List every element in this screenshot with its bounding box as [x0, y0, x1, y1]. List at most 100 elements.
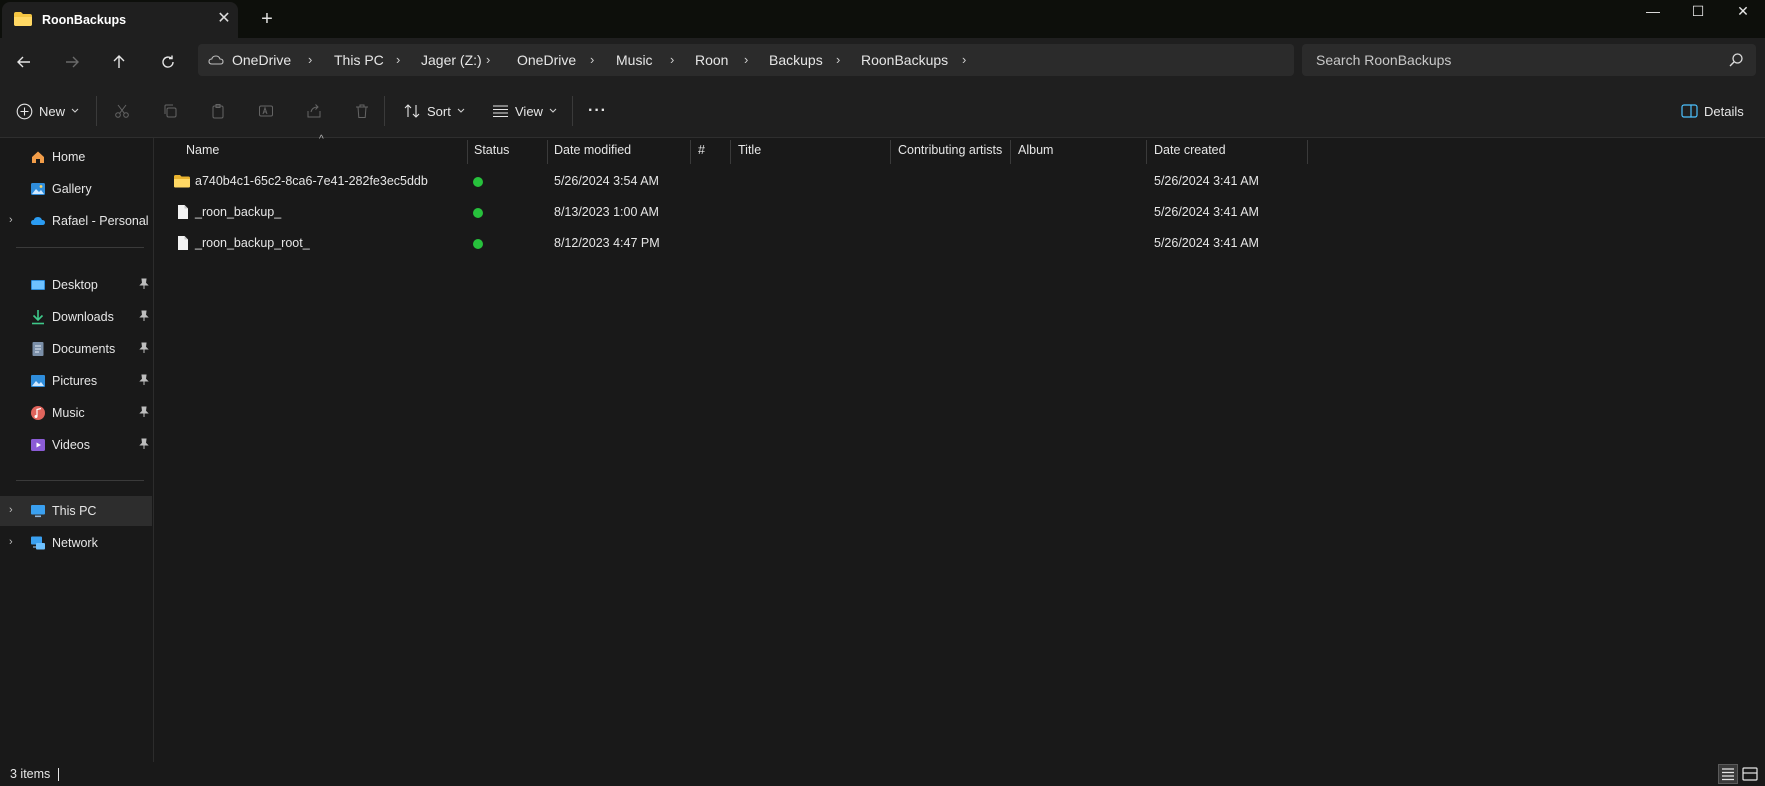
details-pane-button[interactable]: Details: [1681, 97, 1744, 125]
breadcrumb-item-current[interactable]: RoonBackups: [861, 52, 948, 68]
more-options-button[interactable]: ···: [588, 97, 607, 125]
sidebar-item-onedrive-personal[interactable]: › Rafael - Personal: [0, 206, 152, 236]
file-name: _roon_backup_: [195, 205, 282, 219]
file-icon: [178, 205, 188, 219]
sort-label: Sort: [427, 103, 451, 119]
refresh-button[interactable]: [152, 46, 184, 78]
date-modified: 8/12/2023 4:47 PM: [554, 236, 660, 250]
chevron-right-icon[interactable]: ›: [744, 52, 748, 67]
new-tab-button[interactable]: +: [256, 8, 278, 30]
chevron-down-icon: [71, 108, 79, 113]
column-divider[interactable]: [1146, 140, 1147, 164]
tab-roonbackups[interactable]: RoonBackups ✕: [2, 2, 238, 38]
chevron-right-icon[interactable]: ›: [836, 52, 840, 67]
breadcrumb-item[interactable]: OneDrive: [517, 52, 576, 68]
column-divider[interactable]: [730, 140, 731, 164]
breadcrumb-item[interactable]: This PC: [334, 52, 384, 68]
up-button[interactable]: [103, 46, 135, 78]
pin-icon[interactable]: [138, 438, 150, 450]
sidebar-item-home[interactable]: Home: [0, 142, 152, 172]
file-icon: [178, 236, 188, 250]
column-header-title[interactable]: Title: [738, 138, 761, 164]
command-bar: New Sort View ··· Details: [0, 84, 1765, 138]
file-name: _roon_backup_root_: [195, 236, 310, 250]
status-bar: 3 items: [0, 762, 1765, 786]
delete-button[interactable]: [354, 97, 370, 125]
details-view-icon[interactable]: [1718, 764, 1738, 784]
sidebar-item-network[interactable]: › Network: [0, 528, 152, 558]
chevron-right-icon[interactable]: ›: [590, 52, 594, 67]
breadcrumb-item[interactable]: Backups: [769, 52, 823, 68]
table-row[interactable]: a740b4c1-65c2-8ca6-7e41-282fe3ec5ddb 5/2…: [155, 166, 1305, 196]
close-button[interactable]: ✕: [1720, 0, 1765, 22]
chevron-right-icon[interactable]: ›: [486, 52, 490, 67]
breadcrumb-item[interactable]: OneDrive: [232, 52, 291, 68]
chevron-right-icon[interactable]: ›: [670, 52, 674, 67]
sidebar-item-documents[interactable]: Documents: [0, 334, 152, 364]
table-row[interactable]: _roon_backup_root_ 8/12/2023 4:47 PM 5/2…: [155, 228, 1305, 258]
chevron-right-icon[interactable]: ›: [962, 52, 966, 67]
sidebar-item-desktop[interactable]: Desktop: [0, 270, 152, 300]
breadcrumb-item[interactable]: Music: [616, 52, 653, 68]
tab-title: RoonBackups: [42, 13, 127, 27]
back-button[interactable]: [8, 46, 40, 78]
chevron-right-icon[interactable]: ›: [396, 52, 400, 67]
view-button[interactable]: View: [492, 97, 557, 125]
column-divider[interactable]: [890, 140, 891, 164]
folder-icon: [174, 175, 190, 188]
maximize-button[interactable]: ☐: [1675, 0, 1721, 22]
share-button[interactable]: [306, 97, 322, 125]
chevron-right-icon[interactable]: ›: [308, 52, 312, 67]
column-header-date-created[interactable]: Date created: [1154, 138, 1226, 164]
column-divider[interactable]: [1010, 140, 1011, 164]
breadcrumb-item[interactable]: Roon: [695, 52, 728, 68]
pin-icon[interactable]: [138, 406, 150, 418]
column-header-status[interactable]: Status: [474, 138, 509, 164]
sidebar-item-music[interactable]: Music: [0, 398, 152, 428]
pin-icon[interactable]: [138, 278, 150, 290]
search-input[interactable]: Search RoonBackups: [1302, 44, 1756, 76]
chevron-right-icon[interactable]: ›: [9, 536, 13, 548]
search-placeholder: Search RoonBackups: [1316, 52, 1452, 68]
scissors-icon: [115, 104, 129, 118]
sidebar-item-gallery[interactable]: Gallery: [0, 174, 152, 204]
cut-button[interactable]: [114, 97, 130, 125]
home-icon: [32, 151, 44, 163]
chevron-right-icon[interactable]: ›: [9, 214, 13, 226]
sidebar-item-videos[interactable]: Videos: [0, 430, 152, 460]
pin-icon[interactable]: [138, 342, 150, 354]
sidebar-item-downloads[interactable]: Downloads: [0, 302, 152, 332]
tab-close-button[interactable]: ✕: [216, 11, 232, 27]
column-divider[interactable]: [690, 140, 691, 164]
pictures-icon: [31, 375, 45, 387]
column-header-contributing-artists[interactable]: Contributing artists: [898, 138, 1002, 164]
new-button[interactable]: New: [16, 97, 79, 125]
column-header-date-modified[interactable]: Date modified: [554, 138, 631, 164]
rename-button[interactable]: [258, 97, 274, 125]
minimize-button[interactable]: —: [1630, 0, 1676, 22]
toolbar-divider: [96, 96, 97, 126]
network-icon: [31, 536, 45, 550]
column-header-number[interactable]: #: [698, 138, 705, 164]
search-icon: [1729, 53, 1743, 67]
paste-button[interactable]: [210, 97, 226, 125]
column-header-album[interactable]: Album: [1018, 138, 1053, 164]
chevron-right-icon[interactable]: ›: [9, 504, 13, 516]
column-header-name[interactable]: Name: [186, 138, 219, 164]
sidebar-item-pictures[interactable]: Pictures: [0, 366, 152, 396]
table-row[interactable]: _roon_backup_ 8/13/2023 1:00 AM 5/26/202…: [155, 197, 1305, 227]
sort-button[interactable]: Sort: [404, 97, 465, 125]
column-divider[interactable]: [547, 140, 548, 164]
column-divider[interactable]: [1307, 140, 1308, 164]
address-bar[interactable]: OneDrive › This PC › Jager (Z:) › OneDri…: [198, 44, 1294, 76]
breadcrumb-item[interactable]: Jager (Z:): [421, 52, 482, 68]
column-divider[interactable]: [467, 140, 468, 164]
pin-icon[interactable]: [138, 374, 150, 386]
copy-button[interactable]: [162, 97, 178, 125]
pin-icon[interactable]: [138, 310, 150, 322]
large-icons-view-icon[interactable]: [1740, 764, 1760, 784]
forward-button[interactable]: [56, 46, 88, 78]
sidebar-item-this-pc[interactable]: › This PC: [0, 496, 152, 526]
desktop-icon: [31, 280, 45, 290]
downloads-icon: [32, 310, 44, 325]
